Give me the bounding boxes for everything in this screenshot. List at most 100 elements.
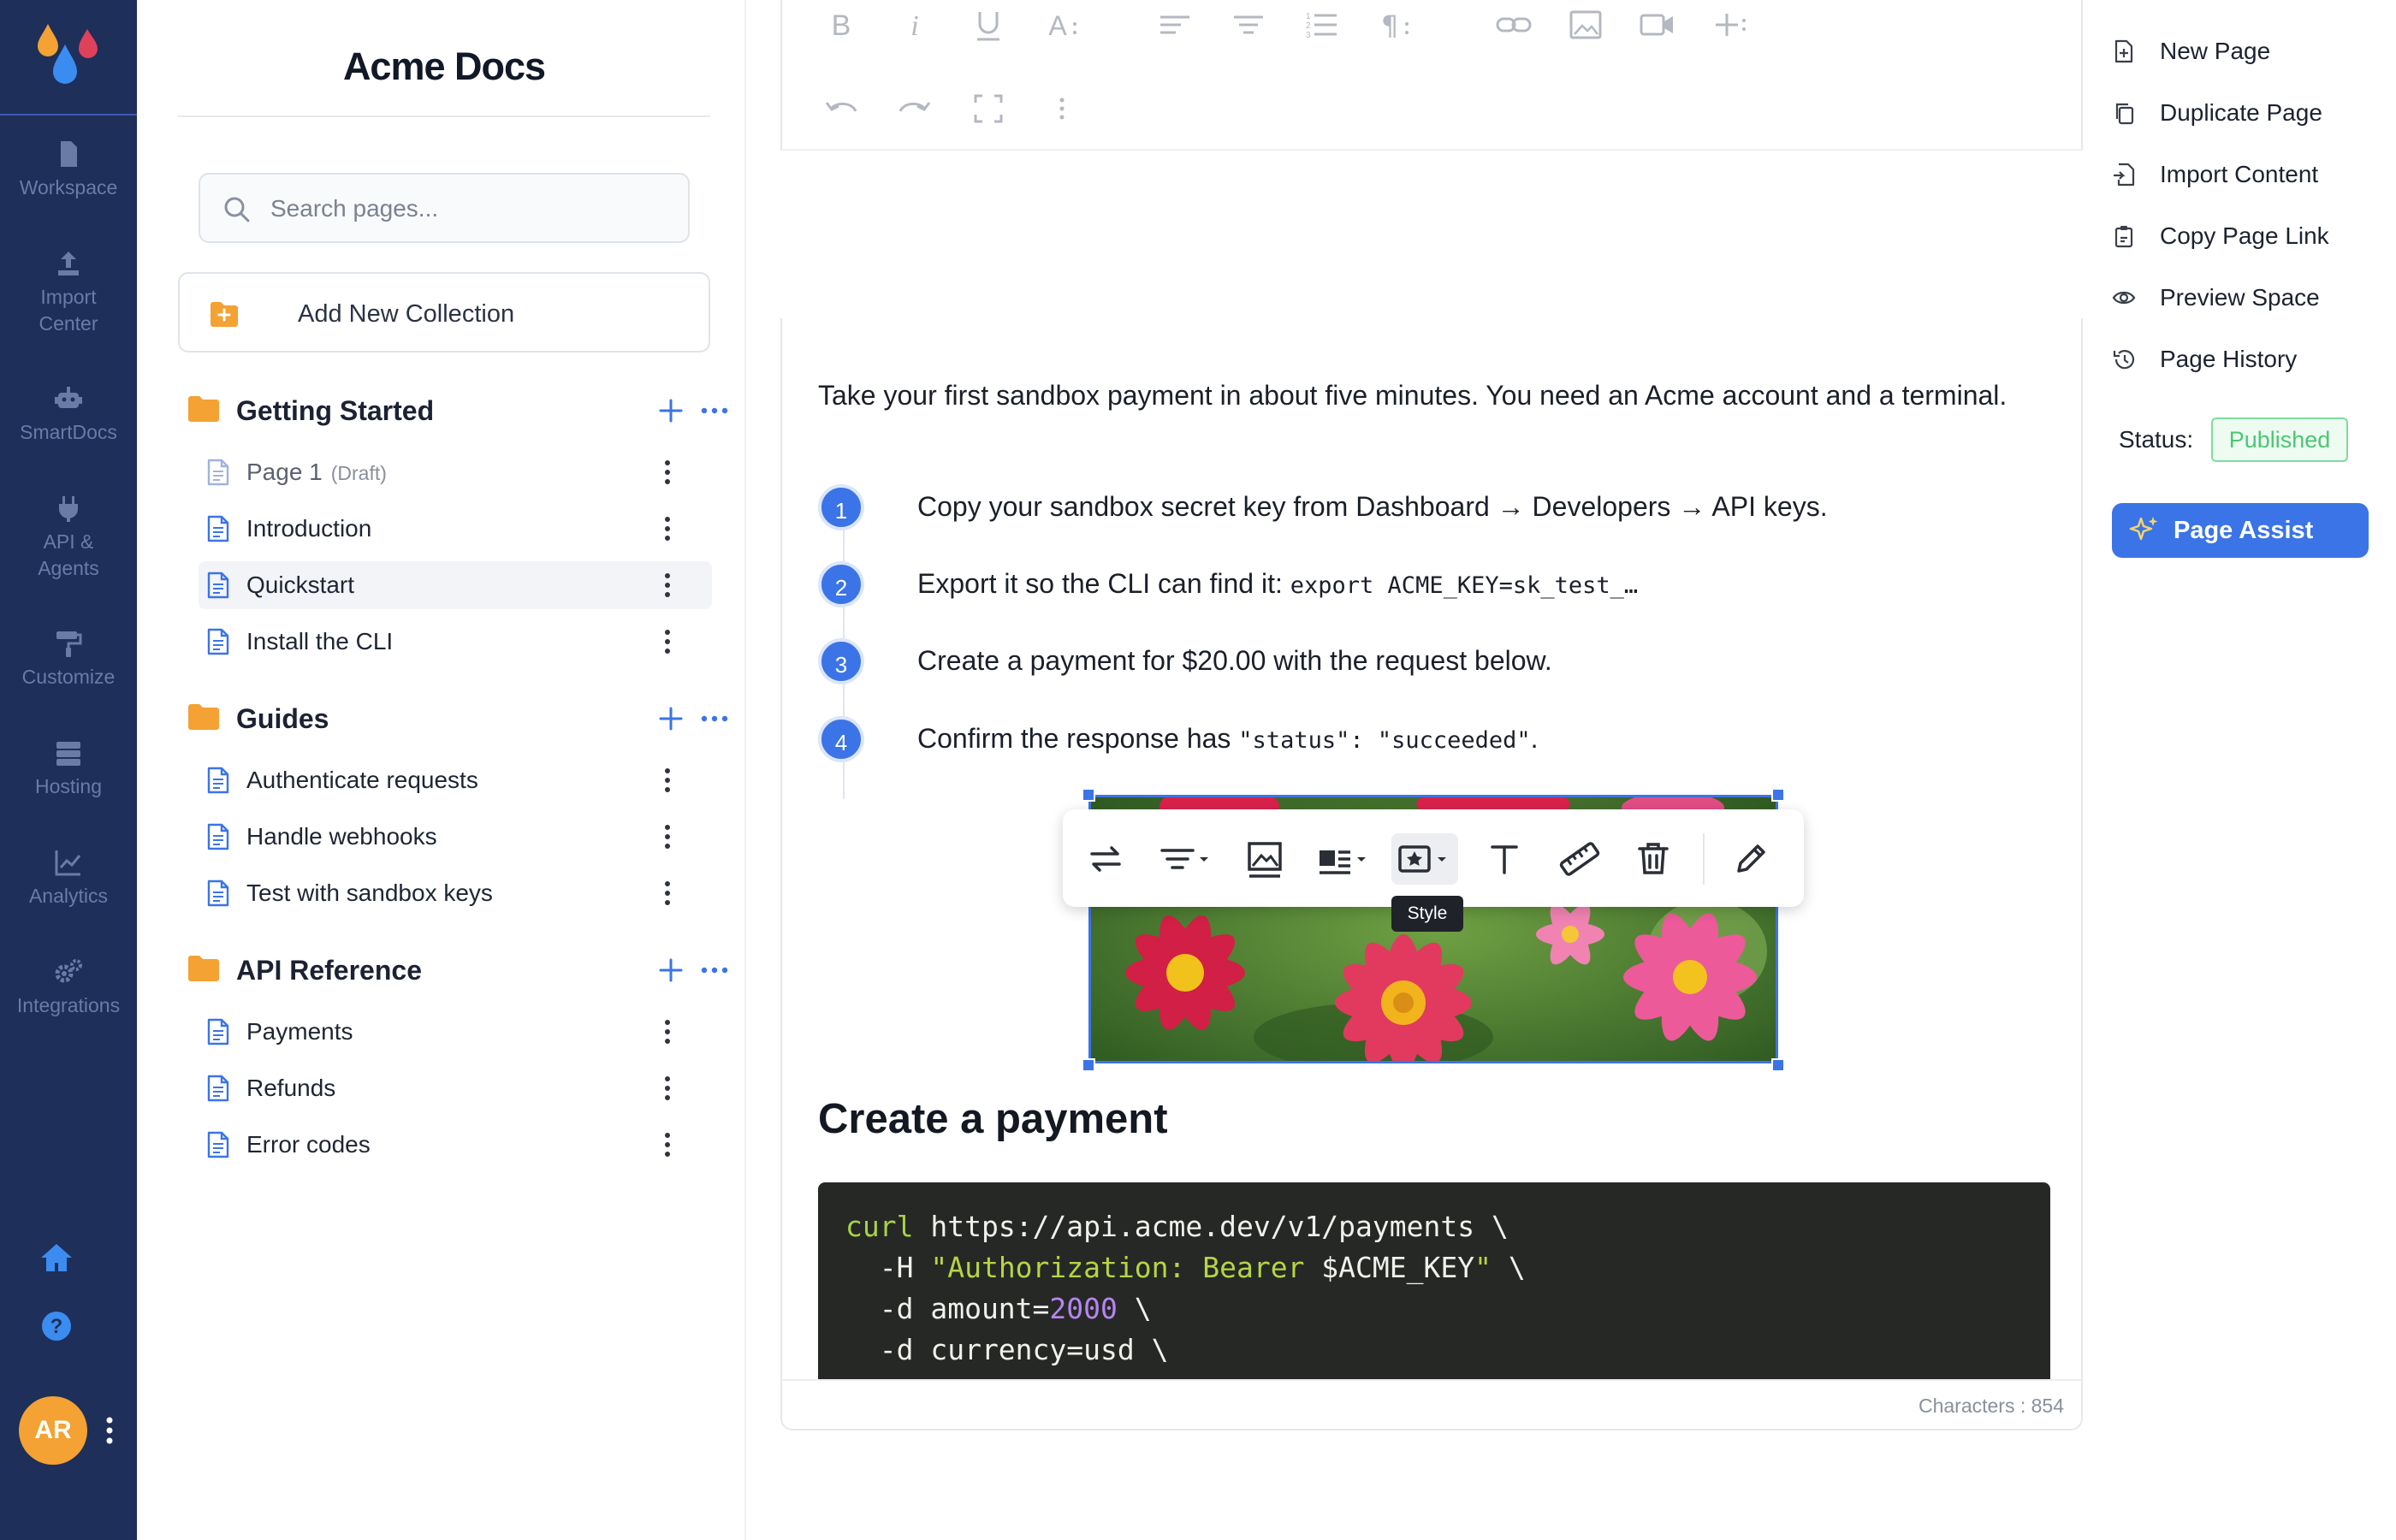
home-icon[interactable] bbox=[38, 1239, 75, 1276]
app-root: Workspace Import Center SmartDocs API & Agent… bbox=[0, 0, 2396, 1540]
more-vertical-icon[interactable] bbox=[661, 513, 674, 544]
alt-text-icon[interactable] bbox=[1479, 833, 1530, 885]
page-item-install-the-cli[interactable]: Install the CLI bbox=[199, 618, 712, 666]
image-style-icon[interactable] bbox=[1391, 833, 1458, 885]
font-size-icon[interactable]: A bbox=[1041, 3, 1083, 46]
rail-item-integrations[interactable]: Integrations bbox=[0, 957, 137, 1019]
brand-title: Acme Docs bbox=[342, 44, 546, 88]
rail-item-import-center[interactable]: Import Center bbox=[0, 248, 137, 337]
image-size-icon[interactable] bbox=[1554, 833, 1605, 885]
resize-handle-bottom-right[interactable] bbox=[1771, 1058, 1785, 1072]
page-item-introduction[interactable]: Introduction bbox=[199, 505, 712, 553]
page-item-payments[interactable]: Payments bbox=[199, 1008, 712, 1056]
more-vertical-icon[interactable] bbox=[661, 457, 674, 488]
more-horizontal-icon[interactable] bbox=[700, 710, 729, 727]
edit-image-icon[interactable] bbox=[1725, 833, 1776, 885]
page-title: Page 1 bbox=[246, 459, 323, 485]
page-item-refunds[interactable]: Refunds bbox=[199, 1064, 712, 1112]
page-label: Quickstart bbox=[246, 561, 354, 609]
resize-handle-top-left[interactable] bbox=[1082, 788, 1095, 802]
page-item-authenticate-requests[interactable]: Authenticate requests bbox=[199, 756, 712, 804]
underline-icon[interactable] bbox=[967, 3, 1010, 46]
user-avatar[interactable]: AR bbox=[19, 1396, 87, 1465]
page-history-button[interactable]: Page History bbox=[2112, 335, 2386, 383]
more-vertical-icon[interactable] bbox=[101, 1413, 118, 1448]
code-token: \ bbox=[1117, 1292, 1152, 1325]
page-item-error-codes[interactable]: Error codes bbox=[199, 1121, 712, 1169]
preview-space-button[interactable]: Preview Space bbox=[2112, 274, 2386, 322]
rail-item-analytics[interactable]: Analytics bbox=[0, 847, 137, 909]
image-display-icon[interactable] bbox=[1311, 833, 1378, 885]
italic-icon[interactable]: i bbox=[893, 3, 936, 46]
image-icon[interactable] bbox=[1564, 3, 1607, 46]
more-horizontal-icon[interactable] bbox=[700, 402, 729, 419]
collection-getting-started[interactable]: Getting Started bbox=[187, 388, 728, 433]
code-token: curl bbox=[845, 1210, 914, 1243]
page-assist-button[interactable]: Page Assist bbox=[2112, 503, 2369, 558]
rail-item-label: Analytics bbox=[28, 885, 109, 907]
new-page-button[interactable]: New Page bbox=[2112, 27, 2386, 75]
rail-item-api-agents[interactable]: API & Agents bbox=[0, 493, 137, 582]
add-page-icon[interactable] bbox=[657, 957, 685, 984]
add-page-icon[interactable] bbox=[657, 397, 685, 424]
resize-handle-top-right[interactable] bbox=[1771, 788, 1785, 802]
step-item: 1 Copy your sandbox secret key from Dashb… bbox=[818, 481, 2033, 532]
rail-item-customize[interactable]: Customize bbox=[0, 628, 137, 690]
more-vertical-icon[interactable] bbox=[661, 821, 674, 852]
align-left-icon[interactable] bbox=[1154, 3, 1196, 46]
robot-icon bbox=[55, 387, 82, 408]
image-align-icon[interactable] bbox=[1152, 833, 1219, 885]
rail-item-smartdocs[interactable]: SmartDocs bbox=[0, 383, 137, 446]
help-icon[interactable]: ? bbox=[38, 1307, 75, 1345]
video-icon[interactable] bbox=[1636, 3, 1679, 46]
more-horizontal-icon[interactable] bbox=[700, 962, 729, 979]
fullscreen-icon[interactable] bbox=[967, 87, 1010, 130]
more-vertical-icon[interactable] bbox=[661, 1016, 674, 1047]
replace-image-icon[interactable] bbox=[1080, 833, 1131, 885]
collection-api-reference[interactable]: API Reference bbox=[187, 948, 728, 992]
more-vertical-icon[interactable] bbox=[661, 1129, 674, 1160]
delete-image-icon[interactable] bbox=[1628, 833, 1679, 885]
draft-badge: (Draft) bbox=[330, 462, 387, 484]
collection-guides[interactable]: Guides bbox=[187, 696, 728, 741]
image-caption-icon[interactable] bbox=[1239, 833, 1290, 885]
svg-text:i: i bbox=[910, 10, 918, 42]
copy-page-link-button[interactable]: Copy Page Link bbox=[2112, 212, 2386, 260]
page-item-page-1[interactable]: Page 1 (Draft) bbox=[199, 448, 712, 496]
numbered-list-icon[interactable]: 123 bbox=[1299, 3, 1342, 46]
more-vertical-icon[interactable] bbox=[661, 765, 674, 796]
svg-text:?: ? bbox=[50, 1315, 63, 1338]
brand-logo[interactable] bbox=[0, 0, 137, 116]
rail-item-workspace[interactable]: Workspace bbox=[0, 139, 137, 201]
more-vertical-icon[interactable] bbox=[661, 626, 674, 657]
insert-more-icon[interactable] bbox=[1710, 3, 1753, 46]
bold-icon[interactable]: B bbox=[820, 3, 863, 46]
more-vertical-icon[interactable] bbox=[1041, 87, 1083, 130]
eye-icon bbox=[2112, 291, 2136, 305]
redo-icon[interactable] bbox=[893, 87, 936, 130]
duplicate-page-button[interactable]: Duplicate Page bbox=[2112, 89, 2386, 137]
paragraph-icon[interactable]: ¶ bbox=[1373, 3, 1415, 46]
server-icon bbox=[56, 742, 80, 766]
search-input[interactable] bbox=[270, 188, 673, 229]
add-collection-button[interactable]: Add New Collection bbox=[178, 272, 710, 352]
more-vertical-icon[interactable] bbox=[661, 1073, 674, 1104]
undo-icon[interactable] bbox=[820, 87, 863, 130]
more-vertical-icon[interactable] bbox=[661, 570, 674, 601]
editor-content[interactable]: Take your first sandbox payment in about… bbox=[780, 318, 2083, 1430]
rail-item-hosting[interactable]: Hosting bbox=[0, 737, 137, 800]
more-vertical-icon[interactable] bbox=[661, 878, 674, 909]
page-item-quickstart[interactable]: Quickstart bbox=[199, 561, 712, 609]
resize-handle-bottom-left[interactable] bbox=[1082, 1058, 1095, 1072]
import-content-button[interactable]: Import Content bbox=[2112, 151, 2386, 198]
add-page-icon[interactable] bbox=[657, 705, 685, 732]
align-center-icon[interactable] bbox=[1227, 3, 1270, 46]
link-icon[interactable] bbox=[1492, 3, 1535, 46]
page-item-handle-webhooks[interactable]: Handle webhooks bbox=[199, 813, 712, 861]
page-icon bbox=[207, 1075, 229, 1102]
status-badge[interactable]: Published bbox=[2211, 418, 2348, 462]
rail-item-label: Integrations bbox=[16, 994, 121, 1016]
page-item-test-with-sandbox-keys[interactable]: Test with sandbox keys bbox=[199, 869, 712, 917]
action-label: Preview Space bbox=[2160, 284, 2320, 311]
search-box[interactable] bbox=[199, 173, 690, 243]
